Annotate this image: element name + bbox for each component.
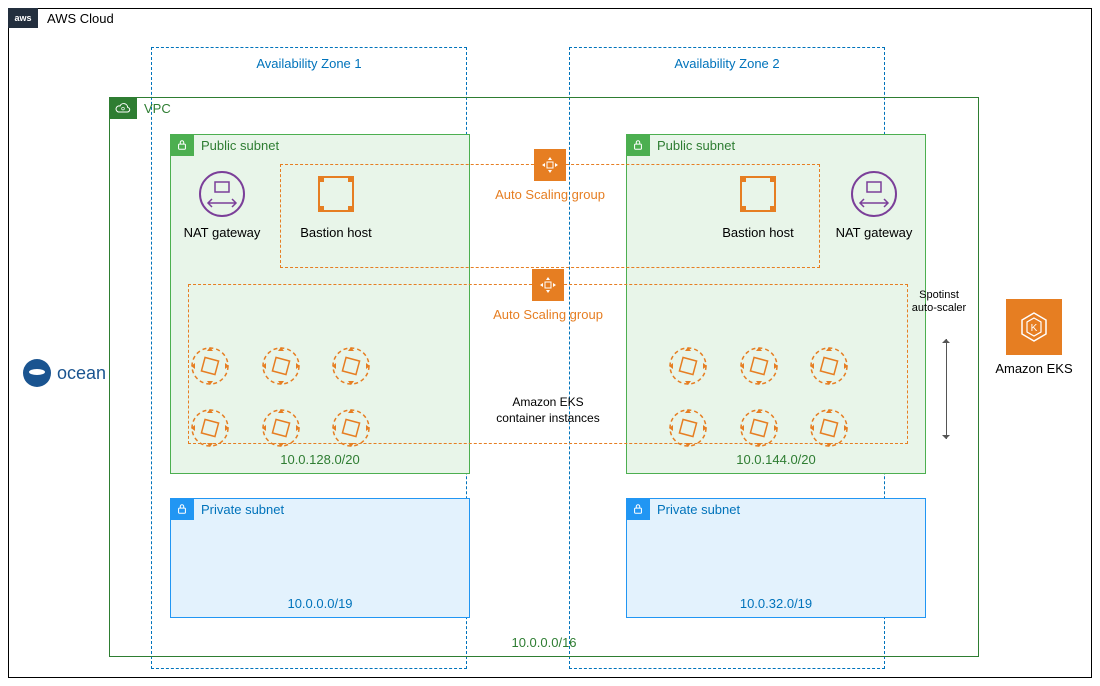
aws-logo-text: aws <box>14 13 31 23</box>
auto-scaling-icon <box>532 269 564 301</box>
eks-instances-label: Amazon EKScontainer instances <box>496 395 599 426</box>
spotinst-label: Spotinst auto-scaler <box>911 289 967 315</box>
vpc-icon <box>109 97 137 119</box>
svg-text:K: K <box>1031 323 1038 334</box>
vpc-container: VPC 10.0.0.0/16 Public subnet 10.0.128.0… <box>109 97 979 657</box>
nat-gateway-1: NAT gateway <box>177 169 267 240</box>
asg-bastion-label: Auto Scaling group <box>495 187 605 202</box>
private-subnet-2-label: Private subnet <box>657 502 740 517</box>
nat-gateway-icon <box>197 169 247 219</box>
private-subnet-1: Private subnet 10.0.0.0/19 <box>170 498 470 618</box>
lock-icon <box>626 134 650 156</box>
nat-gateway-1-label: NAT gateway <box>177 225 267 240</box>
public-subnet-1-cidr: 10.0.128.0/20 <box>280 452 360 467</box>
private-subnet-1-cidr: 10.0.0.0/19 <box>287 596 352 611</box>
vpc-label: VPC <box>144 101 171 116</box>
ocean-label: ocean <box>57 363 106 384</box>
auto-scaling-group-eks: Auto Scaling group Amazon EKScontainer i… <box>188 284 908 444</box>
nat-gateway-2: NAT gateway <box>829 169 919 240</box>
auto-scaling-icon <box>534 149 566 181</box>
lock-icon <box>626 498 650 520</box>
lock-icon <box>170 498 194 520</box>
autoscaler-arrow <box>946 339 947 439</box>
public-subnet-1-label: Public subnet <box>201 138 279 153</box>
private-subnet-1-label: Private subnet <box>201 502 284 517</box>
ocean-product: ocean <box>23 359 106 387</box>
az1-label: Availability Zone 1 <box>152 56 466 71</box>
aws-cloud-label: AWS Cloud <box>47 11 114 26</box>
amazon-eks: K Amazon EKS <box>989 299 1079 376</box>
public-subnet-2-cidr: 10.0.144.0/20 <box>736 452 816 467</box>
aws-logo-badge: aws <box>8 8 38 28</box>
nat-gateway-icon <box>849 169 899 219</box>
asg-eks-label: Auto Scaling group <box>493 307 603 322</box>
public-subnet-2-label: Public subnet <box>657 138 735 153</box>
aws-cloud-container: aws AWS Cloud Availability Zone 1 Availa… <box>8 8 1092 678</box>
eks-product-label: Amazon EKS <box>989 361 1079 376</box>
lock-icon <box>170 134 194 156</box>
az2-label: Availability Zone 2 <box>570 56 884 71</box>
private-subnet-2-cidr: 10.0.32.0/19 <box>740 596 812 611</box>
nat-gateway-2-label: NAT gateway <box>829 225 919 240</box>
auto-scaling-group-bastion: Auto Scaling group <box>280 164 820 268</box>
vpc-cidr: 10.0.0.0/16 <box>511 635 576 650</box>
ocean-icon <box>23 359 51 387</box>
private-subnet-2: Private subnet 10.0.32.0/19 <box>626 498 926 618</box>
eks-icon: K <box>1006 299 1062 355</box>
